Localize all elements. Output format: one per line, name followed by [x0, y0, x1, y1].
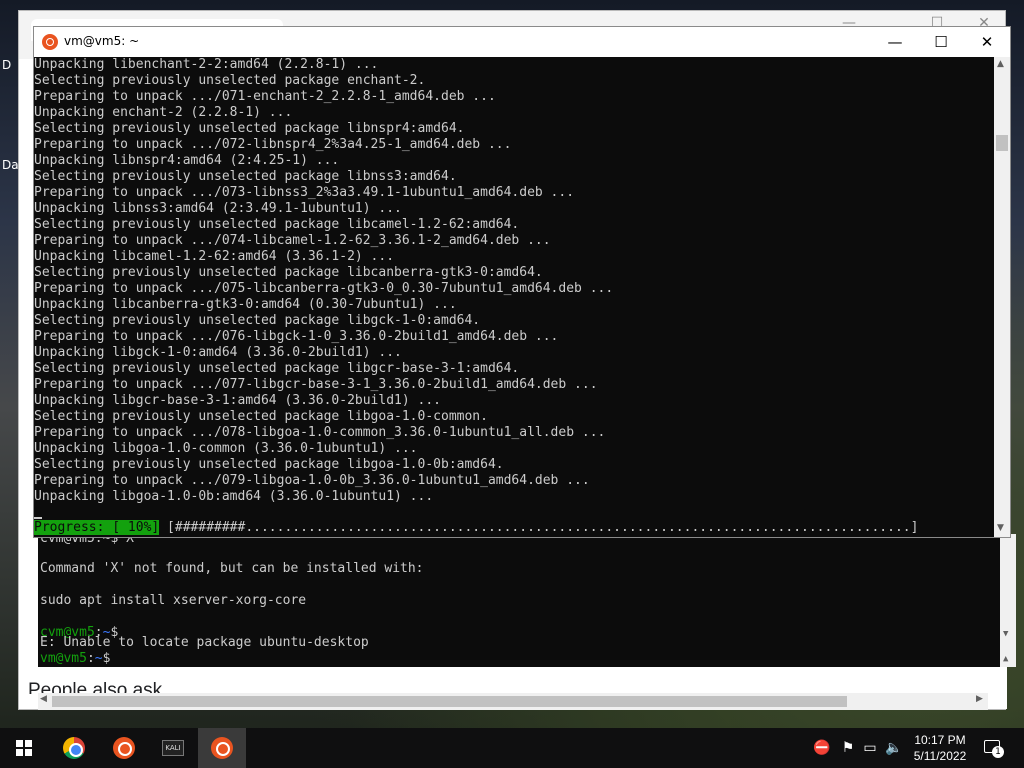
taskbar: KALI ⛔ ⚑ ▭ 🔈 10:17 PM 5/11/2022 1: [0, 728, 1024, 768]
terminal-line: Preparing to unpack .../071-enchant-2_2.…: [34, 89, 496, 104]
terminal-line: Preparing to unpack .../072-libnspr4_2%3…: [34, 137, 512, 152]
terminal-line: Unpacking libcanberra-gtk3-0:amd64 (0.30…: [34, 297, 457, 312]
browser-horizontal-scrollbar[interactable]: ◀ ▶: [38, 693, 988, 710]
network-icon[interactable]: ▭: [860, 738, 880, 758]
prompt-end: $: [102, 651, 111, 666]
minimize-button[interactable]: —: [872, 27, 918, 57]
kali-icon: KALI: [162, 740, 184, 756]
window-title: vm@vm5: ~: [64, 34, 140, 48]
terminal-line: Command 'X' not found, but can be instal…: [40, 561, 424, 576]
scroll-right-arrow-icon[interactable]: ▶: [976, 694, 983, 704]
chrome-icon: [63, 737, 85, 759]
notification-icon[interactable]: 1: [982, 738, 1004, 758]
scrollbar-thumb[interactable]: [996, 135, 1008, 151]
scroll-up-arrow-icon[interactable]: ▲: [1003, 651, 1008, 667]
terminal-line: Unpacking libcamel-1.2-62:amd64 (3.36.1-…: [34, 249, 395, 264]
background-terminal[interactable]: cvm@vm5:~$ X Command 'X' not found, but …: [38, 534, 1016, 667]
clock-date: 5/11/2022: [913, 749, 967, 763]
notification-badge: 1: [992, 746, 1004, 758]
terminal-line: Selecting previously unselected package …: [34, 265, 543, 280]
cursor: [34, 517, 42, 519]
terminal-line: Unpacking libgck-1-0:amd64 (3.36.0-2buil…: [34, 345, 402, 360]
terminal-line: Preparing to unpack .../077-libgcr-base-…: [34, 377, 598, 392]
prompt-path: ~: [94, 651, 103, 666]
terminal-line: Unpacking libgcr-base-3-1:amd64 (3.36.0-…: [34, 393, 441, 408]
maximize-button[interactable]: ☐: [918, 27, 964, 57]
start-button[interactable]: [0, 728, 48, 768]
terminal-line: Selecting previously unselected package …: [34, 169, 457, 184]
terminal-line: Selecting previously unselected package …: [34, 361, 520, 376]
taskbar-chrome[interactable]: [50, 728, 98, 768]
windows-logo-icon: [16, 740, 32, 756]
terminal-line: Unpacking libnss3:amd64 (2:3.49.1-1ubunt…: [34, 201, 402, 216]
security-icon[interactable]: ⚑: [838, 738, 858, 758]
terminal-output[interactable]: Unpacking libgoa-1.0-0b:amd64 (3.36.0-1u…: [34, 57, 994, 537]
prompt-separator: :: [86, 651, 95, 666]
taskbar-ubuntu[interactable]: [100, 728, 148, 768]
terminal-line: Unpacking libnspr4:amd64 (2:4.25-1) ...: [34, 153, 340, 168]
progress-line: Progress: [ 10%] [#########.............…: [34, 520, 918, 536]
terminal-line: Unpacking libenchant-2-2:amd64 (2.2.8-1)…: [34, 57, 379, 72]
terminal-line: Preparing to unpack .../074-libcamel-1.2…: [34, 233, 551, 248]
terminal-line: Selecting previously unselected package …: [34, 217, 520, 232]
desktop-icon-label[interactable]: Da: [2, 158, 19, 172]
people-also-ask-heading: People also ask: [28, 680, 163, 694]
ubuntu-icon: [42, 34, 58, 50]
progress-label: Progress: [ 10%]: [34, 520, 160, 535]
ubuntu-icon: [211, 737, 233, 759]
terminal-line: Preparing to unpack .../076-libgck-1-0_3…: [34, 329, 559, 344]
progress-bar: [#########..............................…: [159, 520, 919, 535]
scroll-down-arrow-icon[interactable]: ▼: [997, 523, 1004, 533]
terminal-window[interactable]: vm@vm5: ~ — ☐ ✕ Unpacking libgoa-1.0-0b:…: [33, 26, 1011, 538]
terminal-line: Unpacking libgoa-1.0-0b:amd64 (3.36.0-1u…: [34, 489, 434, 504]
clock-time: 10:17 PM: [914, 733, 966, 747]
terminal-line: sudo apt install xserver-xorg-core: [40, 593, 307, 608]
terminal-line: Selecting previously unselected package …: [34, 121, 465, 136]
terminal-line: Preparing to unpack .../075-libcanberra-…: [34, 281, 614, 296]
terminal-line: Preparing to unpack .../073-libnss3_2%3a…: [34, 185, 575, 200]
terminal-line: Preparing to unpack .../079-libgoa-1.0-0…: [34, 473, 590, 488]
scroll-left-arrow-icon[interactable]: ◀: [40, 694, 47, 704]
terminal-line: Selecting previously unselected package …: [34, 457, 504, 472]
terminal-line: Unpacking enchant-2 (2.2.8-1) ...: [34, 105, 293, 120]
volume-icon[interactable]: 🔈: [884, 738, 904, 758]
close-button[interactable]: ✕: [964, 27, 1010, 57]
scroll-down-arrow-icon[interactable]: ▼: [1003, 626, 1008, 642]
terminal-line: Selecting previously unselected package …: [34, 409, 488, 424]
terminal-line: Unpacking libgoa-1.0-common (3.36.0-1ubu…: [34, 441, 418, 456]
background-terminal-scrollbar[interactable]: ▼ ▲: [1000, 534, 1016, 667]
terminal-line: E: Unable to locate package ubuntu-deskt…: [40, 635, 369, 650]
scrollbar-thumb[interactable]: [52, 696, 847, 707]
terminal-prompt: vm@vm5:~$: [40, 651, 110, 667]
terminal-line: Selecting previously unselected package …: [34, 313, 481, 328]
system-clock[interactable]: 10:17 PM 5/11/2022: [908, 732, 972, 764]
network-off-icon[interactable]: ⛔: [812, 738, 832, 758]
terminal-titlebar[interactable]: vm@vm5: ~ — ☐ ✕: [34, 27, 1010, 57]
taskbar-ubuntu-active[interactable]: [198, 728, 246, 768]
taskbar-kali[interactable]: KALI: [149, 728, 197, 768]
terminal-line: Preparing to unpack .../078-libgoa-1.0-c…: [34, 425, 606, 440]
prompt-user: vm@vm5: [40, 651, 87, 666]
terminal-scrollbar[interactable]: ▲ ▼: [994, 57, 1010, 537]
scroll-up-arrow-icon[interactable]: ▲: [997, 59, 1004, 69]
terminal-line: Selecting previously unselected package …: [34, 73, 426, 88]
ubuntu-icon: [113, 737, 135, 759]
desktop-icon-label[interactable]: D: [2, 58, 11, 72]
